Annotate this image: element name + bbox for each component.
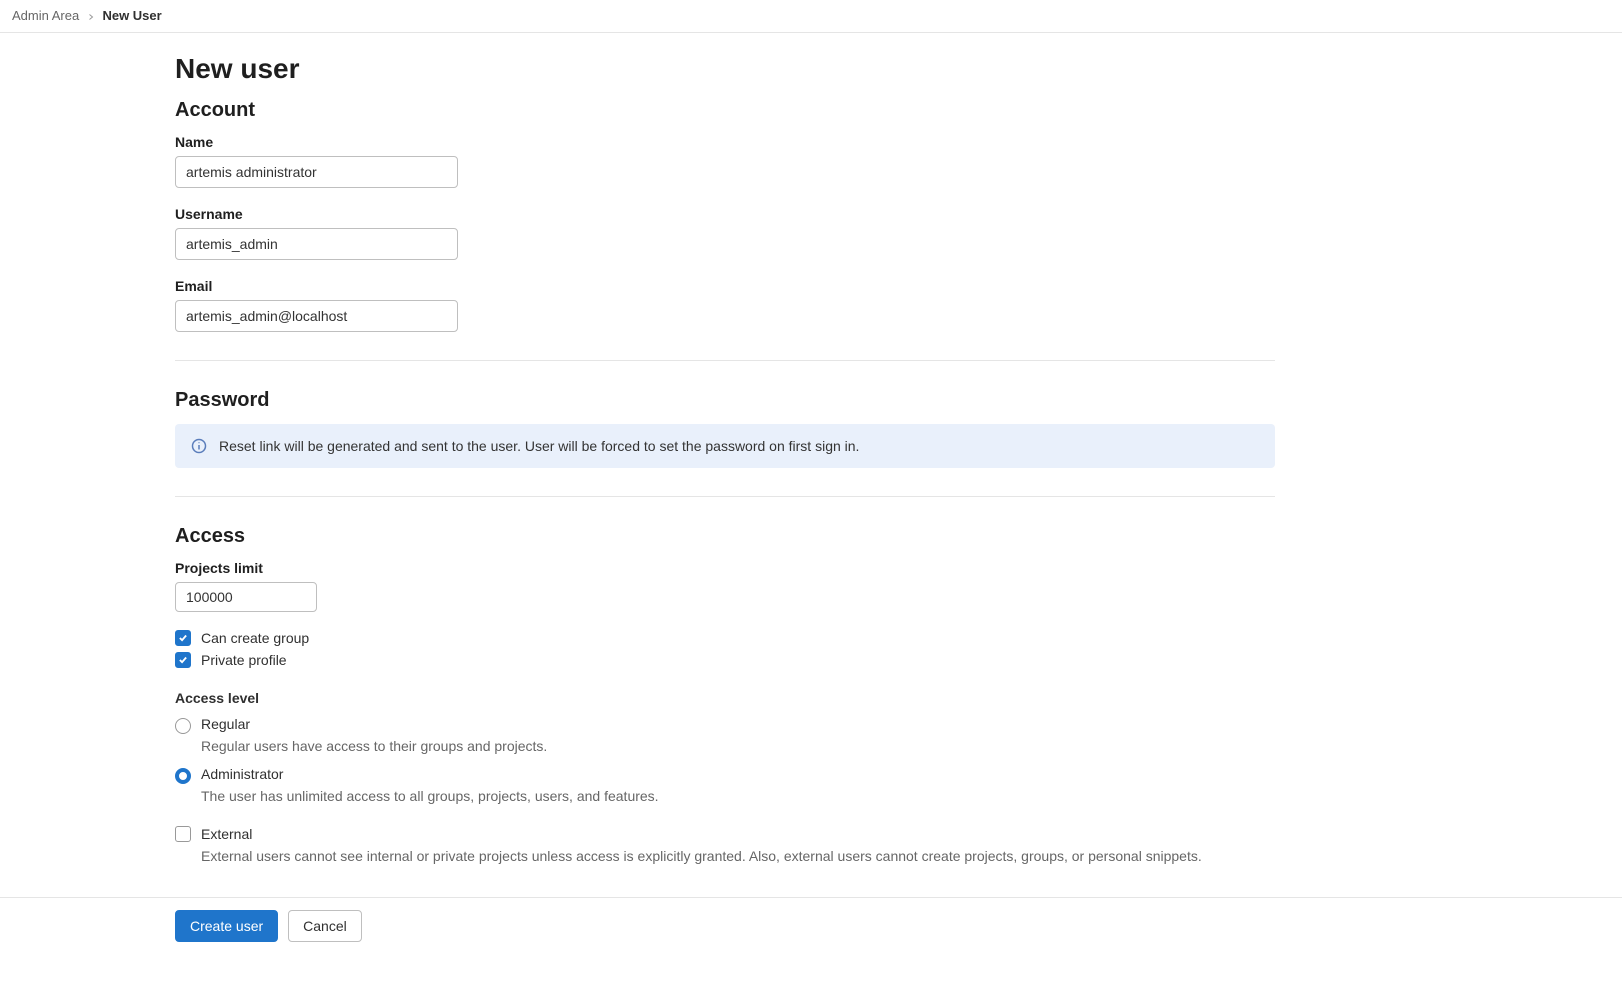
create-user-button[interactable]: Create user [175,910,278,942]
divider [175,360,1275,361]
breadcrumb-root-link[interactable]: Admin Area [12,8,79,23]
name-input[interactable] [175,156,458,188]
divider [175,496,1275,497]
username-input[interactable] [175,228,458,260]
password-info-banner: Reset link will be generated and sent to… [175,424,1275,468]
account-heading: Account [175,99,1275,122]
regular-radio[interactable] [175,718,191,734]
footer-bar: Create user Cancel [0,897,1622,954]
username-label: Username [175,206,1275,222]
breadcrumb: Admin Area New User [0,0,1622,33]
cancel-button[interactable]: Cancel [288,910,362,942]
regular-label: Regular [201,716,1275,732]
administrator-label: Administrator [201,766,1275,782]
access-heading: Access [175,525,1275,548]
email-label: Email [175,278,1275,294]
private-profile-label: Private profile [201,652,287,668]
external-label: External [201,826,252,842]
email-input[interactable] [175,300,458,332]
regular-desc: Regular users have access to their group… [201,738,1275,754]
info-icon [191,438,207,454]
breadcrumb-current: New User [102,8,161,23]
external-checkbox[interactable] [175,826,191,842]
private-profile-checkbox[interactable] [175,652,191,668]
administrator-desc: The user has unlimited access to all gro… [201,788,1275,804]
password-info-text: Reset link will be generated and sent to… [219,438,859,454]
administrator-radio[interactable] [175,768,191,784]
chevron-right-icon [87,9,95,24]
projects-limit-label: Projects limit [175,560,1275,576]
can-create-group-checkbox[interactable] [175,630,191,646]
can-create-group-label: Can create group [201,630,309,646]
access-level-label: Access level [175,690,1275,706]
name-label: Name [175,134,1275,150]
external-desc: External users cannot see internal or pr… [201,848,1275,864]
page-title: New user [175,53,1275,85]
password-heading: Password [175,389,1275,412]
projects-limit-input[interactable] [175,582,317,612]
